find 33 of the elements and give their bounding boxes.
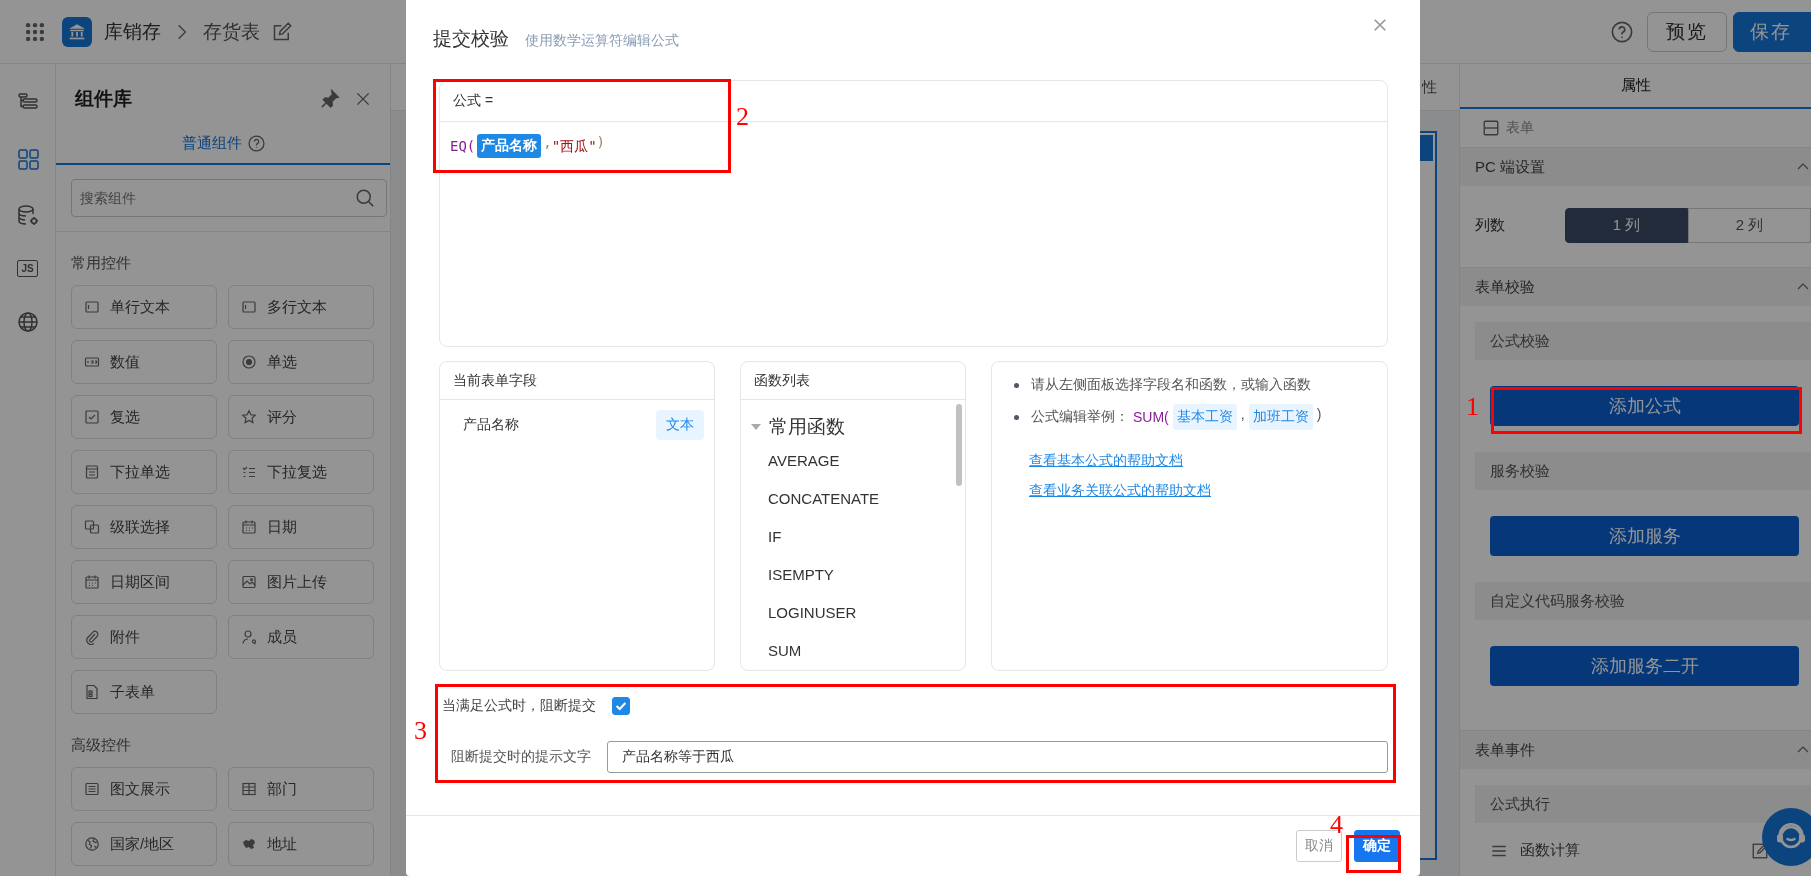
punctuation: , <box>543 133 552 152</box>
function-name: EQ( <box>450 137 476 156</box>
field-type-tag: 文本 <box>656 410 704 440</box>
group-title: 高级控件 <box>70 735 132 755</box>
field-tag: 加班工资 <box>1248 404 1313 430</box>
subsection-header: 服务校验 <box>1475 452 1811 490</box>
field-label: 列数 <box>1475 216 1506 235</box>
punctuation: ) <box>596 133 606 152</box>
panel-title: 组件库 <box>75 87 133 111</box>
dialog-title: 提交校验 <box>433 27 509 51</box>
form-label: 表单 <box>1506 119 1534 137</box>
string-literal: "西瓜" <box>551 137 597 156</box>
option-label: 当满足公式时，阻断提交 <box>442 697 596 715</box>
help-text: 请从左侧面板选择字段名和函数，或输入函数 <box>1031 376 1311 394</box>
annotation-number: 1 <box>1466 394 1479 420</box>
dialog-subtitle: 使用数学运算符编辑公式 <box>525 32 679 50</box>
panel-title: 函数列表 <box>754 371 810 390</box>
punctuation: ) <box>1316 405 1322 424</box>
annotation-number: 3 <box>414 718 427 744</box>
panel-title: 当前表单字段 <box>453 371 537 390</box>
field-label: 阻断提交时的提示文字 <box>451 748 591 766</box>
subsection-header: 自定义代码服务校验 <box>1475 582 1811 620</box>
annotation-number: 2 <box>736 104 749 130</box>
group-title: 常用控件 <box>70 253 132 273</box>
help-text: 公式编辑举例： <box>1031 408 1129 426</box>
field-tag: 产品名称 <box>477 134 542 158</box>
subsection-header: 公式执行 <box>1475 785 1811 823</box>
formula-header: 公式 = <box>453 92 494 110</box>
field-tag: 基本工资 <box>1172 404 1237 430</box>
subsection-header: 公式校验 <box>1475 322 1811 360</box>
punctuation: , <box>1240 405 1245 424</box>
function-name: SUM( <box>1133 408 1169 427</box>
page-name: 存货表 <box>203 19 260 44</box>
